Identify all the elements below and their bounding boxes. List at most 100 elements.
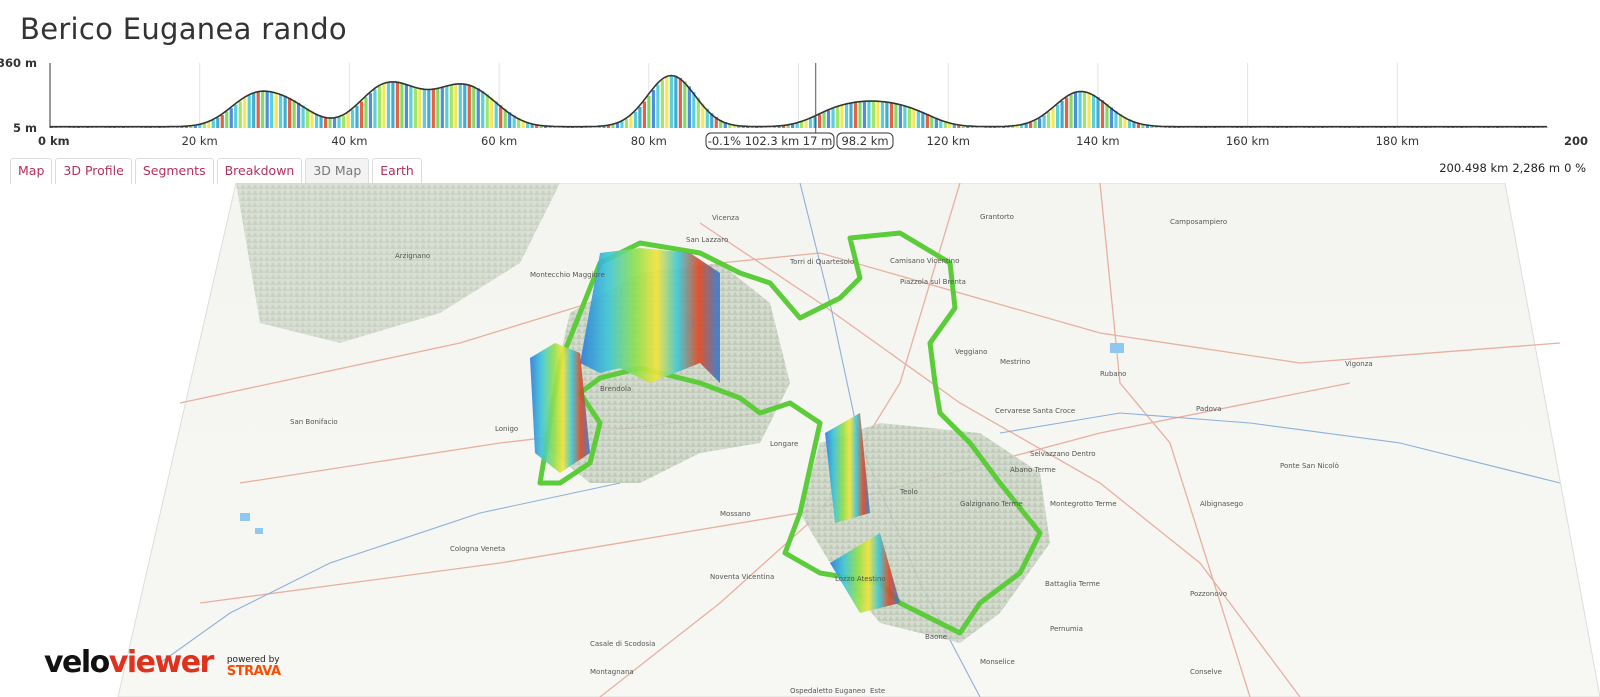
profile-bar xyxy=(912,108,916,128)
map-place-label: Teolo xyxy=(900,488,918,496)
profile-bar xyxy=(247,95,251,128)
profile-bar xyxy=(472,86,476,128)
tab-map[interactable]: Map xyxy=(10,158,53,184)
map-place-label: Pozzonovo xyxy=(1190,590,1228,598)
profile-bar xyxy=(229,108,233,128)
profile-bar xyxy=(1096,97,1100,128)
map-place-label: Casale di Scodosia xyxy=(590,640,656,648)
profile-bar xyxy=(216,117,220,128)
profile-bar xyxy=(427,89,431,128)
map-place-label: Rubano xyxy=(1100,370,1127,378)
profile-bar xyxy=(1033,120,1037,128)
map-place-label: Abano Terme xyxy=(1010,466,1056,474)
profile-bar xyxy=(804,120,808,128)
profile-bar xyxy=(373,89,377,128)
tab-breakdown[interactable]: Breakdown xyxy=(216,158,303,184)
profile-bar xyxy=(310,111,314,128)
profile-bar xyxy=(620,121,624,128)
tab-earth[interactable]: Earth xyxy=(372,158,422,184)
profile-bar xyxy=(350,109,355,128)
profile-bar xyxy=(207,122,211,128)
profile-bar xyxy=(669,75,673,128)
profile-bar xyxy=(494,101,498,128)
profile-x-tick: 160 km xyxy=(1226,134,1269,148)
tab-segments[interactable]: Segments xyxy=(134,158,214,184)
map-place-label: San Bonifacio xyxy=(290,418,338,426)
profile-bar xyxy=(687,86,691,128)
profile-bar xyxy=(1082,91,1087,128)
profile-bar xyxy=(898,104,902,128)
profile-bar xyxy=(1047,112,1051,128)
profile-bar xyxy=(431,89,435,128)
profile-bar xyxy=(467,84,471,128)
map-place-label: Selvazzano Dentro xyxy=(1030,450,1096,458)
profile-bar xyxy=(894,103,898,128)
profile-bar xyxy=(225,111,229,128)
profile-bar xyxy=(808,118,813,128)
map-place-label: Montagnana xyxy=(590,668,634,676)
profile-bar xyxy=(458,83,462,128)
profile-bar xyxy=(880,101,885,128)
profile-bar xyxy=(234,104,238,128)
profile-bar xyxy=(270,91,274,128)
profile-x-tick: 180 km xyxy=(1376,134,1419,148)
map-place-label: Noventa Vicentina xyxy=(710,573,775,581)
profile-bar xyxy=(1091,94,1096,128)
profile-bar xyxy=(889,102,894,128)
profile-bar xyxy=(862,101,867,128)
tab-3d-profile[interactable]: 3D Profile xyxy=(55,158,132,184)
profile-bar xyxy=(332,118,337,128)
profile-bar xyxy=(382,83,386,128)
view-tabs: Map 3D Profile Segments Breakdown 3D Map Eart… xyxy=(10,158,422,184)
profile-bar xyxy=(445,86,449,128)
profile-bar xyxy=(1087,92,1091,128)
profile-bar xyxy=(1060,100,1064,128)
profile-bar xyxy=(826,110,831,128)
profile-bar xyxy=(418,88,422,128)
profile-bar xyxy=(301,105,305,128)
map-place-label: Monselice xyxy=(980,658,1015,666)
profile-x-tick: 60 km xyxy=(481,134,517,148)
profile-bar xyxy=(476,88,480,128)
map-place-label: Albignasego xyxy=(1200,500,1243,508)
map-place-label: Lonigo xyxy=(495,425,519,433)
veloviewer-logo: veloviewer powered by STRAVA xyxy=(44,648,281,679)
cursor-distance: 98.2 km xyxy=(841,134,888,148)
profile-x-tick: 140 km xyxy=(1076,134,1119,148)
profile-bar xyxy=(1042,115,1046,128)
elevation-profile[interactable]: 360 m5 m0 km20 km40 km60 km80 km100 km12… xyxy=(0,55,1600,155)
profile-bar xyxy=(867,101,871,128)
profile-bar xyxy=(1029,122,1033,128)
profile-bar xyxy=(279,93,283,128)
profile-bar xyxy=(337,117,341,128)
profile-bar xyxy=(261,91,265,128)
profile-bar xyxy=(305,108,310,128)
map-place-label: Conselve xyxy=(1190,668,1222,676)
strava-text: STRAVA xyxy=(226,664,281,679)
profile-x-tick: 200 xyxy=(1564,134,1588,148)
strava-logo: powered by STRAVA xyxy=(226,656,281,679)
map-place-label: Mestrino xyxy=(1000,358,1031,366)
map-place-label: Galzignano Terme xyxy=(960,500,1023,508)
profile-bar xyxy=(858,101,862,128)
profile-bar xyxy=(1105,103,1109,128)
profile-bar xyxy=(683,81,687,128)
profile-bar xyxy=(440,87,444,128)
profile-bar xyxy=(907,106,911,128)
profile-bar xyxy=(211,120,215,128)
profile-bar xyxy=(678,77,682,128)
profile-bar xyxy=(238,101,242,128)
profile-bar xyxy=(409,85,413,128)
profile-bar xyxy=(1051,108,1055,128)
profile-bar xyxy=(633,111,638,128)
map-place-label: Montecchio Maggiore xyxy=(530,271,605,279)
profile-y-max-label: 360 m xyxy=(0,56,37,70)
profile-bar xyxy=(1038,118,1042,128)
profile-bar xyxy=(220,114,224,128)
profile-bar xyxy=(921,111,925,128)
profile-bar xyxy=(243,98,247,128)
elevation-profile-chart[interactable]: 360 m5 m0 km20 km40 km60 km80 km100 km12… xyxy=(0,55,1600,155)
profile-bar xyxy=(283,95,287,128)
tab-3d-map[interactable]: 3D Map xyxy=(305,158,370,184)
summary-distance: 200.498 km xyxy=(1439,161,1509,175)
